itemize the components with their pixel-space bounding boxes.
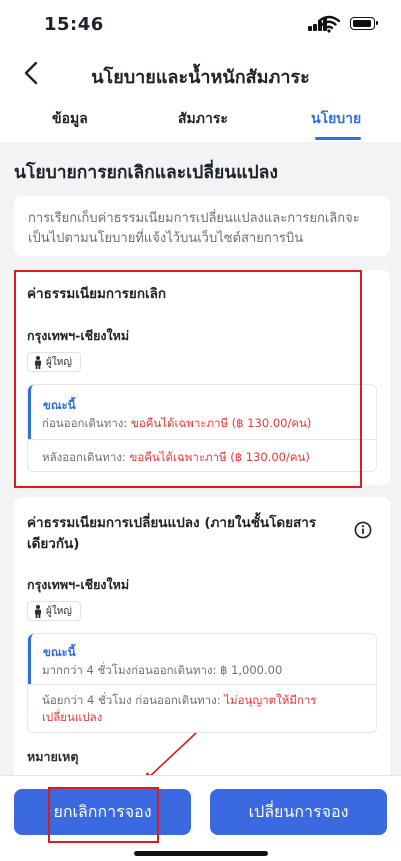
tab-info[interactable]: ข้อมูล bbox=[52, 108, 88, 130]
section-title: นโยบายการยกเลิกและเปลี่ยนแปลง bbox=[14, 163, 278, 183]
home-indicator bbox=[134, 851, 268, 856]
now-label: ขณะนี้ bbox=[43, 645, 76, 659]
tab-baggage[interactable]: สัมภาระ bbox=[178, 108, 228, 130]
active-tab-indicator bbox=[315, 137, 361, 140]
passenger-tag: ผู้ใหญ่ bbox=[27, 601, 81, 621]
status-time: 15:46 bbox=[44, 14, 104, 35]
divider bbox=[28, 684, 376, 685]
rule-more-than-4h: มากกว่า 4 ชั่วโมงก่อนออกเดินทาง: ฿ 1,000… bbox=[42, 663, 283, 677]
change-fee-rules: ขณะนี้ มากกว่า 4 ชั่วโมงก่อนออกเดินทาง: … bbox=[27, 633, 377, 733]
tab-bar: ข้อมูล สัมภาระ นโยบาย bbox=[0, 98, 401, 142]
page-title: นโยบายและน้ำหนักสัมภาระ bbox=[91, 67, 310, 88]
note-label: หมายเหตุ bbox=[27, 749, 79, 764]
top-nav: นโยบายและน้ำหนักสัมภาระ bbox=[0, 50, 401, 98]
rule-less-than-label: น้อยกว่า 4 ชั่วโมง ก่อนออกเดินทาง: bbox=[42, 693, 225, 707]
tab-policy[interactable]: นโยบาย bbox=[311, 108, 361, 130]
change-booking-button[interactable]: เปลี่ยนการจอง bbox=[210, 789, 387, 835]
annotation-highlight-cancel-fee bbox=[14, 270, 362, 488]
person-icon bbox=[35, 604, 41, 618]
rule-now: ขณะนี้ มากกว่า 4 ชั่วโมงก่อนออกเดินทาง: … bbox=[28, 634, 376, 684]
policy-info-text: การเรียกเก็บค่าธรรมเนียมการเปลี่ยนแปลงแล… bbox=[28, 211, 360, 246]
passenger-label: ผู้ใหญ่ bbox=[46, 605, 72, 617]
battery-icon bbox=[350, 17, 378, 30]
route-label: กรุงเทพฯ-เชียงใหม่ bbox=[27, 577, 130, 592]
info-icon[interactable] bbox=[354, 521, 372, 539]
change-fee-card: ค่าธรรมเนียมการเปลี่ยนแปลง (ภายในชั้นโดย… bbox=[14, 497, 390, 797]
change-fee-heading: ค่าธรรมเนียมการเปลี่ยนแปลง (ภายในชั้นโดย… bbox=[27, 515, 317, 552]
annotation-highlight-cancel-button bbox=[48, 787, 159, 843]
policy-info-card: การเรียกเก็บค่าธรรมเนียมการเปลี่ยนแปลงแล… bbox=[14, 196, 390, 256]
rule-less-than-4h: น้อยกว่า 4 ชั่วโมง ก่อนออกเดินทาง: ไม่อน… bbox=[42, 692, 366, 726]
status-bar: 15:46 bbox=[0, 0, 401, 50]
wifi-icon bbox=[318, 15, 340, 33]
